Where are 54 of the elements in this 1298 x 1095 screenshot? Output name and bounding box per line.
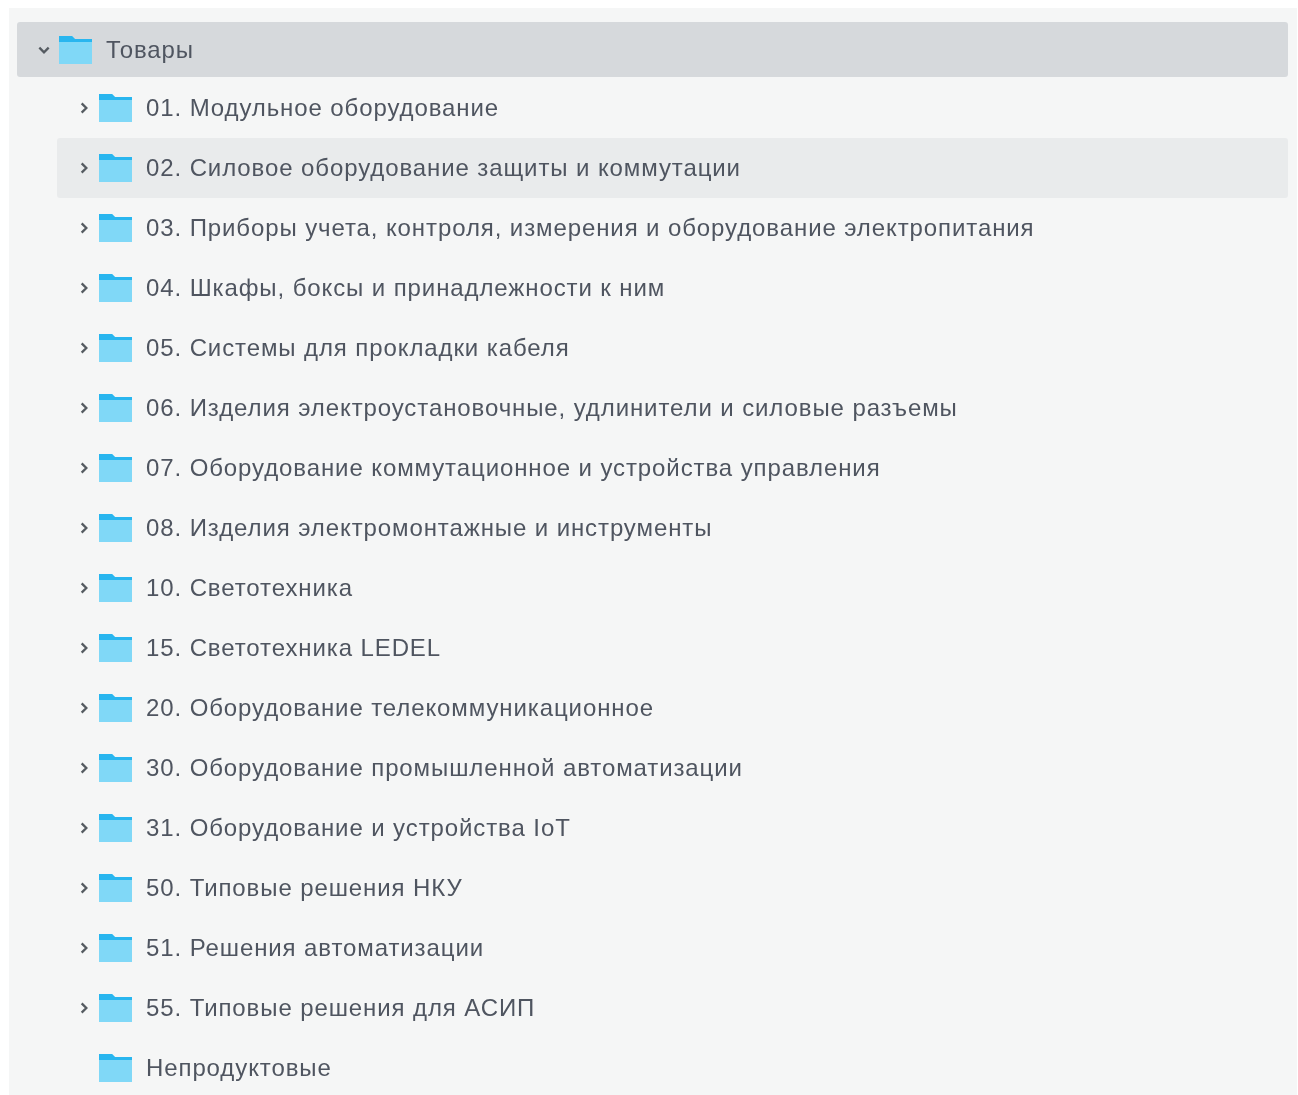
tree-item-label: 50. Типовые решения НКУ [146,873,463,903]
tree-item-label: 08. Изделия электромонтажные и инструменты [146,513,713,543]
tree-item-label: 05. Системы для прокладки кабеля [146,333,570,363]
tree-item[interactable]: 30. Оборудование промышленной автоматизации [57,738,1288,798]
tree-item-label: 01. Модульное оборудование [146,93,500,123]
tree-item-label: 06. Изделия электроустановочные, удлинители и силовые разъемы [146,393,958,423]
folder-icon [99,634,132,662]
tree-item[interactable]: 05. Системы для прокладки кабеля [57,318,1288,378]
tree-item[interactable]: 02. Силовое оборудование защиты и коммутации [57,138,1288,198]
folder-icon [99,874,132,902]
tree-item[interactable]: 06. Изделия электроустановочные, удлинители и силовые разъемы [57,378,1288,438]
tree-item-label: 30. Оборудование промышленной автоматизации [146,753,743,783]
tree-item[interactable]: 08. Изделия электромонтажные и инструменты [57,498,1288,558]
folder-icon [59,35,92,64]
tree-item[interactable]: Товары [17,22,1288,77]
folder-icon [99,214,132,242]
folder-icon [99,394,132,422]
tree-item-label: 20. Оборудование телекоммуникационное [146,693,654,723]
tree-item[interactable]: 04. Шкафы, боксы и принадлежности к ним [57,258,1288,318]
folder-icon [99,514,132,542]
tree-item[interactable]: 55. Типовые решения для АСИП [57,978,1288,1038]
tree-item-label: Товары [106,34,194,65]
tree-item[interactable]: 15. Светотехника LEDEL [57,618,1288,678]
folder-icon [99,274,132,302]
folder-icon [99,334,132,362]
tree-item[interactable]: 07. Оборудование коммутационное и устройства управления [57,438,1288,498]
tree-item[interactable]: 01. Модульное оборудование [57,78,1288,138]
folder-icon [99,154,132,182]
folder-icon [99,94,132,122]
tree-item-label: Непродуктовые [146,1053,332,1083]
tree-item[interactable]: 51. Решения автоматизации [57,918,1288,978]
folder-icon [99,694,132,722]
folder-icon [99,574,132,602]
tree-item-label: 31. Оборудование и устройства IoT [146,813,571,843]
tree-item[interactable]: Непродуктовые [57,1038,1288,1095]
folder-icon [99,454,132,482]
tree-item[interactable]: 03. Приборы учета, контроля, измерения и оборудование электропитания [57,198,1288,258]
tree-item[interactable]: 31. Оборудование и устройства IoT [57,798,1288,858]
tree-item-label: 55. Типовые решения для АСИП [146,993,536,1023]
tree-item-label: 03. Приборы учета, контроля, измерения и оборудование электропитания [146,213,1035,243]
folder-icon [99,754,132,782]
tree-item-label: 02. Силовое оборудование защиты и коммутации [146,153,741,183]
tree-item-label: 07. Оборудование коммутационное и устройства управления [146,453,881,483]
folder-icon [99,814,132,842]
tree-item-label: 51. Решения автоматизации [146,933,485,963]
tree-item[interactable]: 10. Светотехника [57,558,1288,618]
folder-icon [99,1054,132,1082]
tree-item[interactable]: 20. Оборудование телекоммуникационное [57,678,1288,738]
tree-item-label: 04. Шкафы, боксы и принадлежности к ним [146,273,666,303]
tree-item[interactable]: 50. Типовые решения НКУ [57,858,1288,918]
folder-icon [99,994,132,1022]
tree-item-label: 15. Светотехника LEDEL [146,633,442,663]
folder-icon [99,934,132,962]
tree-item-label: 10. Светотехника [146,573,353,603]
